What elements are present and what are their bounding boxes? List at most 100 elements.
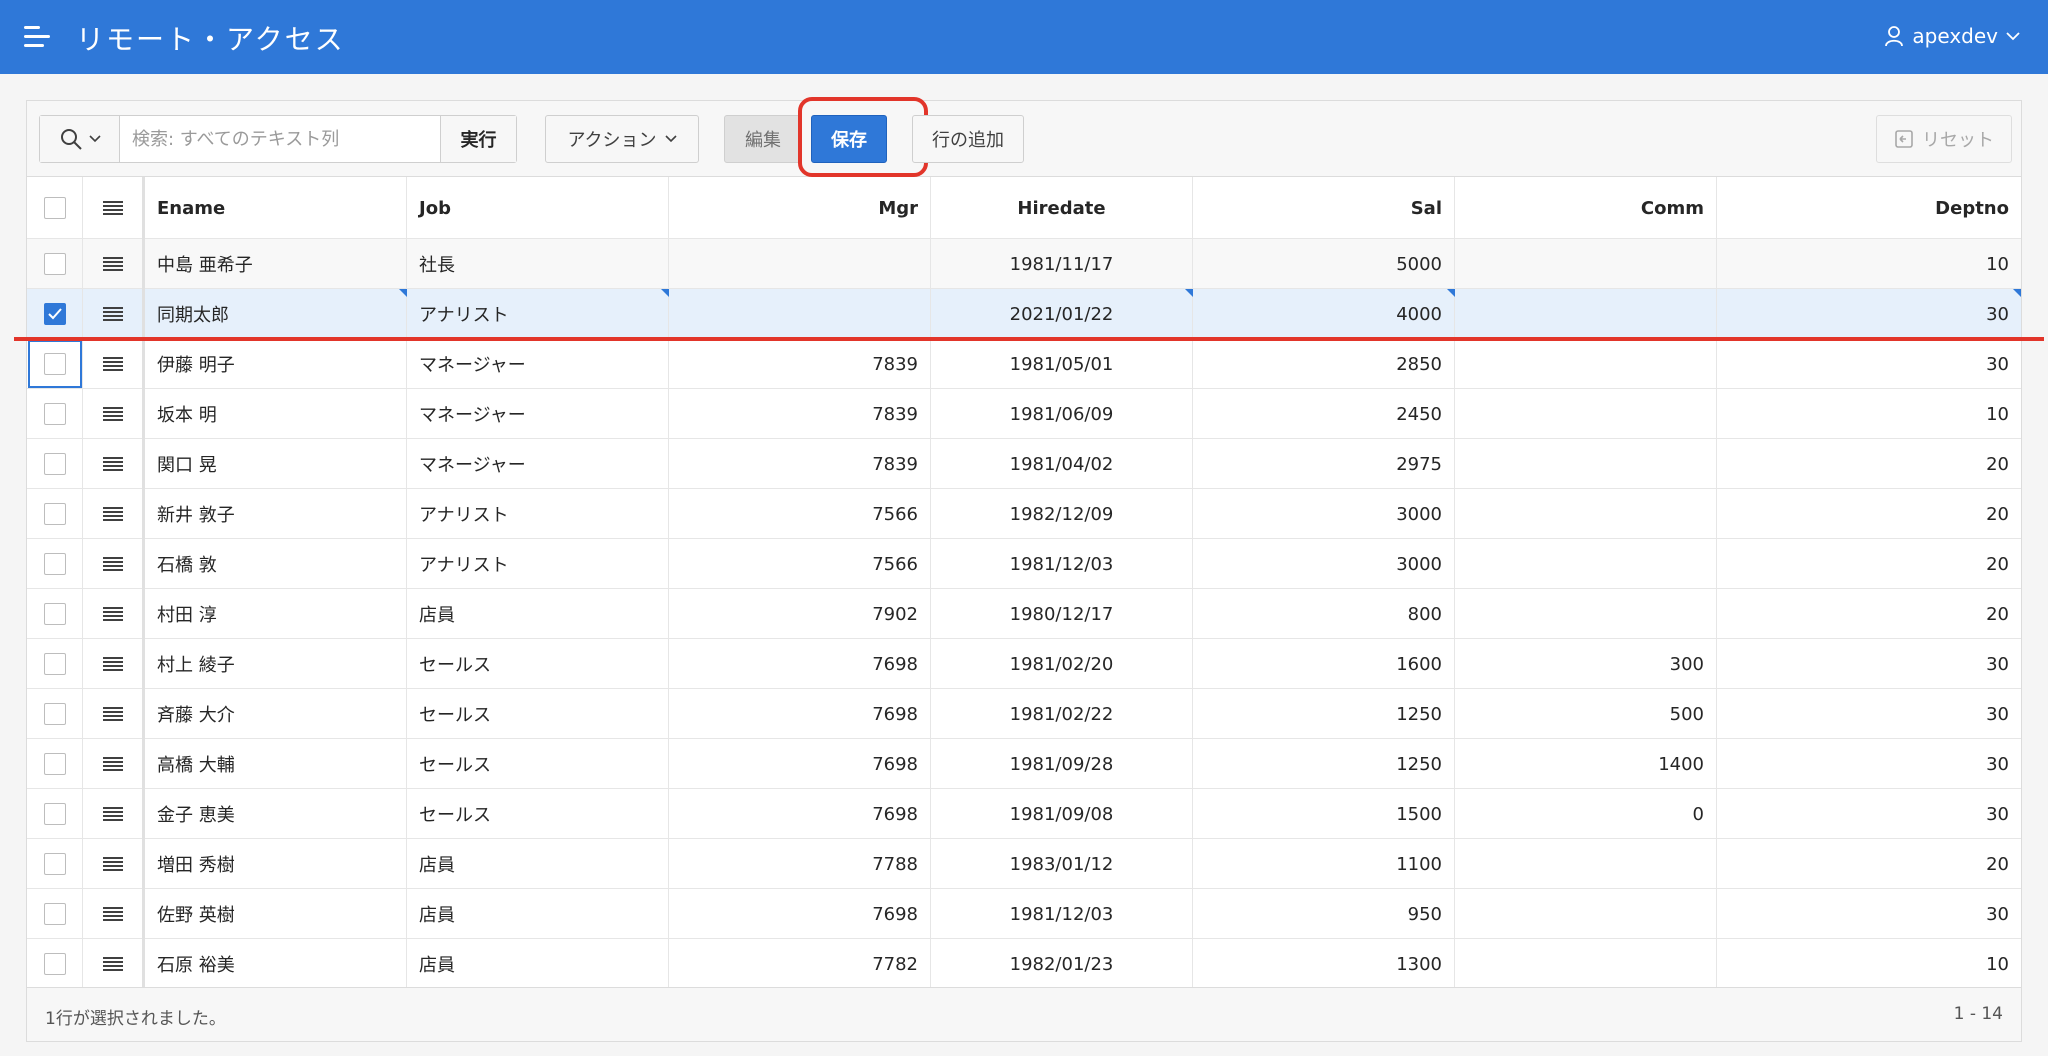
cell-mgr[interactable]: 7902 xyxy=(669,589,931,639)
cell-mgr[interactable]: 7839 xyxy=(669,339,931,389)
cell-deptno[interactable]: 20 xyxy=(1717,439,2021,489)
row-actions-menu-icon[interactable] xyxy=(102,907,123,921)
row-checkbox[interactable] xyxy=(43,803,66,825)
table-row[interactable]: 増田 秀樹 店員 7788 1983/01/12 1100 20 xyxy=(27,839,2021,889)
cell-mgr[interactable]: 7782 xyxy=(669,939,931,989)
row-actions-menu-icon[interactable] xyxy=(102,407,123,421)
cell-comm[interactable]: 300 xyxy=(1455,639,1717,689)
table-row[interactable]: 関口 晃マネージャー 7839 1981/04/02 2975 20 xyxy=(27,439,2021,489)
cell-comm[interactable] xyxy=(1455,939,1717,989)
cell-hiredate[interactable]: 1982/01/23 xyxy=(931,939,1193,989)
table-row[interactable]: 金子 恵美 セールス 7698 1981/09/08 1500 0 30 xyxy=(27,789,2021,839)
row-actions-menu-icon[interactable] xyxy=(102,357,123,371)
column-header-deptno[interactable]: Deptno xyxy=(1717,177,2021,239)
cell-sal[interactable]: 2975 xyxy=(1193,439,1455,489)
cell-job[interactable]: セールス xyxy=(407,789,669,839)
row-checkbox[interactable] xyxy=(43,703,66,725)
cell-hiredate[interactable]: 1980/12/17 xyxy=(931,589,1193,639)
cell-comm[interactable] xyxy=(1455,839,1717,889)
table-row[interactable]: 村田 淳店員 7902 1980/12/17 800 20 xyxy=(27,589,2021,639)
column-header-job[interactable]: Job xyxy=(407,177,669,239)
search-column-toggle[interactable] xyxy=(40,116,120,162)
cell-ename[interactable]: 同期太郎 xyxy=(145,289,407,339)
cell-comm[interactable] xyxy=(1455,589,1717,639)
reset-button[interactable]: リセット xyxy=(1876,115,2012,163)
cell-ename[interactable]: 石橋 敦 xyxy=(145,539,407,589)
cell-job[interactable]: 店員 xyxy=(407,839,669,889)
row-actions-menu-icon[interactable] xyxy=(102,807,123,821)
cell-mgr[interactable]: 7839 xyxy=(669,439,931,489)
cell-comm[interactable] xyxy=(1455,439,1717,489)
cell-job[interactable]: 店員 xyxy=(407,589,669,639)
cell-deptno[interactable]: 20 xyxy=(1717,589,2021,639)
cell-mgr[interactable]: 7698 xyxy=(669,639,931,689)
cell-comm[interactable]: 0 xyxy=(1455,789,1717,839)
row-checkbox[interactable] xyxy=(43,903,66,925)
cell-mgr[interactable] xyxy=(669,289,931,339)
cell-job[interactable]: 店員 xyxy=(407,889,669,939)
row-checkbox[interactable] xyxy=(43,753,66,775)
cell-mgr[interactable]: 7566 xyxy=(669,489,931,539)
cell-sal[interactable]: 2450 xyxy=(1193,389,1455,439)
table-row[interactable]: 中島 亜希子 社長 1981/11/17 5000 10 xyxy=(27,239,2021,289)
row-actions-menu-icon[interactable] xyxy=(102,657,123,671)
cell-job[interactable]: セールス xyxy=(407,739,669,789)
add-row-button[interactable]: 行の追加 xyxy=(912,115,1024,163)
row-checkbox[interactable] xyxy=(43,503,66,525)
cell-deptno[interactable]: 30 xyxy=(1717,689,2021,739)
cell-job[interactable]: マネージャー xyxy=(407,389,669,439)
cell-comm[interactable] xyxy=(1455,239,1717,289)
cell-ename[interactable]: 増田 秀樹 xyxy=(145,839,407,889)
row-checkbox[interactable] xyxy=(43,653,66,675)
row-actions-menu-icon[interactable] xyxy=(102,307,123,321)
cell-job[interactable]: アナリスト xyxy=(407,539,669,589)
cell-sal[interactable]: 1500 xyxy=(1193,789,1455,839)
cell-sal[interactable]: 1250 xyxy=(1193,689,1455,739)
cell-deptno[interactable]: 30 xyxy=(1717,289,2021,339)
cell-deptno[interactable]: 20 xyxy=(1717,489,2021,539)
cell-job[interactable]: アナリスト xyxy=(407,289,669,339)
cell-mgr[interactable]: 7698 xyxy=(669,689,931,739)
cell-ename[interactable]: 伊藤 明子 xyxy=(145,339,407,389)
cell-comm[interactable] xyxy=(1455,539,1717,589)
cell-job[interactable]: セールス xyxy=(407,639,669,689)
cell-comm[interactable] xyxy=(1455,339,1717,389)
row-actions-menu-icon[interactable] xyxy=(102,707,123,721)
app-title[interactable]: リモート・アクセス xyxy=(76,18,345,58)
cell-comm[interactable] xyxy=(1455,389,1717,439)
run-button[interactable]: 実行 xyxy=(440,116,516,162)
row-checkbox[interactable] xyxy=(43,253,66,275)
cell-mgr[interactable]: 7566 xyxy=(669,539,931,589)
row-actions-menu-icon[interactable] xyxy=(102,857,123,871)
table-row[interactable]: 同期太郎 アナリスト 2021/01/22 4000 30 xyxy=(27,289,2021,339)
cell-hiredate[interactable]: 1981/02/22 xyxy=(931,689,1193,739)
cell-hiredate[interactable]: 1981/05/01 xyxy=(931,339,1193,389)
cell-job[interactable]: セールス xyxy=(407,689,669,739)
select-all-checkbox[interactable] xyxy=(43,197,66,219)
table-row[interactable]: 村上 綾子 セールス 7698 1981/02/20 1600 300 30 xyxy=(27,639,2021,689)
cell-hiredate[interactable]: 1981/09/08 xyxy=(931,789,1193,839)
cell-deptno[interactable]: 20 xyxy=(1717,839,2021,889)
cell-sal[interactable]: 2850 xyxy=(1193,339,1455,389)
actions-button[interactable]: アクション xyxy=(545,115,699,163)
menu-icon[interactable] xyxy=(24,26,52,48)
cell-job[interactable]: マネージャー xyxy=(407,339,669,389)
cell-mgr[interactable] xyxy=(669,239,931,289)
cell-hiredate[interactable]: 1982/12/09 xyxy=(931,489,1193,539)
cell-deptno[interactable]: 10 xyxy=(1717,389,2021,439)
cell-hiredate[interactable]: 1981/02/20 xyxy=(931,639,1193,689)
cell-comm[interactable]: 1400 xyxy=(1455,739,1717,789)
row-actions-menu-icon[interactable] xyxy=(102,557,123,571)
cell-deptno[interactable]: 10 xyxy=(1717,239,2021,289)
row-actions-menu-icon[interactable] xyxy=(102,507,123,521)
column-header-sal[interactable]: Sal xyxy=(1193,177,1455,239)
cell-hiredate[interactable]: 1981/04/02 xyxy=(931,439,1193,489)
cell-comm[interactable] xyxy=(1455,289,1717,339)
cell-job[interactable]: 社長 xyxy=(407,239,669,289)
row-actions-menu-icon[interactable] xyxy=(102,607,123,621)
table-row[interactable]: 坂本 明マネージャー 7839 1981/06/09 2450 10 xyxy=(27,389,2021,439)
cell-deptno[interactable]: 30 xyxy=(1717,739,2021,789)
cell-sal[interactable]: 1300 xyxy=(1193,939,1455,989)
row-actions-menu-icon[interactable] xyxy=(102,457,123,471)
cell-deptno[interactable]: 30 xyxy=(1717,889,2021,939)
